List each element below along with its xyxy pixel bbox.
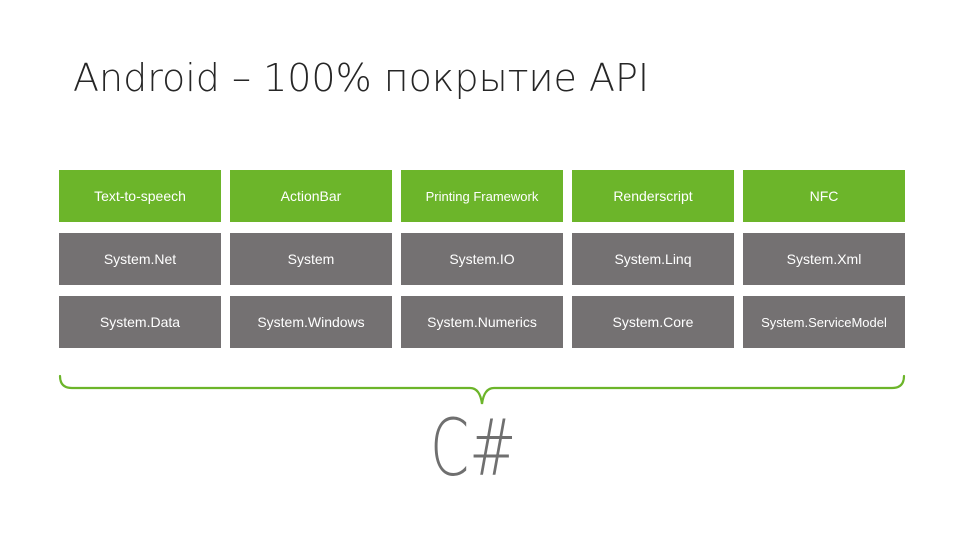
tile-printing-framework: Printing Framework	[401, 170, 563, 222]
tile-system: System	[230, 233, 392, 285]
tile-system-windows: System.Windows	[230, 296, 392, 348]
tile-system-io: System.IO	[401, 233, 563, 285]
tile-actionbar: ActionBar	[230, 170, 392, 222]
slide-title: Android – 100% покрытие API	[73, 56, 650, 100]
tile-system-net: System.Net	[59, 233, 221, 285]
tile-system-xml: System.Xml	[743, 233, 905, 285]
tile-system-data: System.Data	[59, 296, 221, 348]
tile-text-to-speech: Text-to-speech	[59, 170, 221, 222]
api-grid: Text-to-speech ActionBar Printing Framew…	[59, 170, 905, 348]
tile-system-servicemodel: System.ServiceModel	[743, 296, 905, 348]
tile-renderscript: Renderscript	[572, 170, 734, 222]
tile-system-numerics: System.Numerics	[401, 296, 563, 348]
tile-system-linq: System.Linq	[572, 233, 734, 285]
tile-system-core: System.Core	[572, 296, 734, 348]
tile-nfc: NFC	[743, 170, 905, 222]
csharp-label: C#	[430, 404, 517, 494]
